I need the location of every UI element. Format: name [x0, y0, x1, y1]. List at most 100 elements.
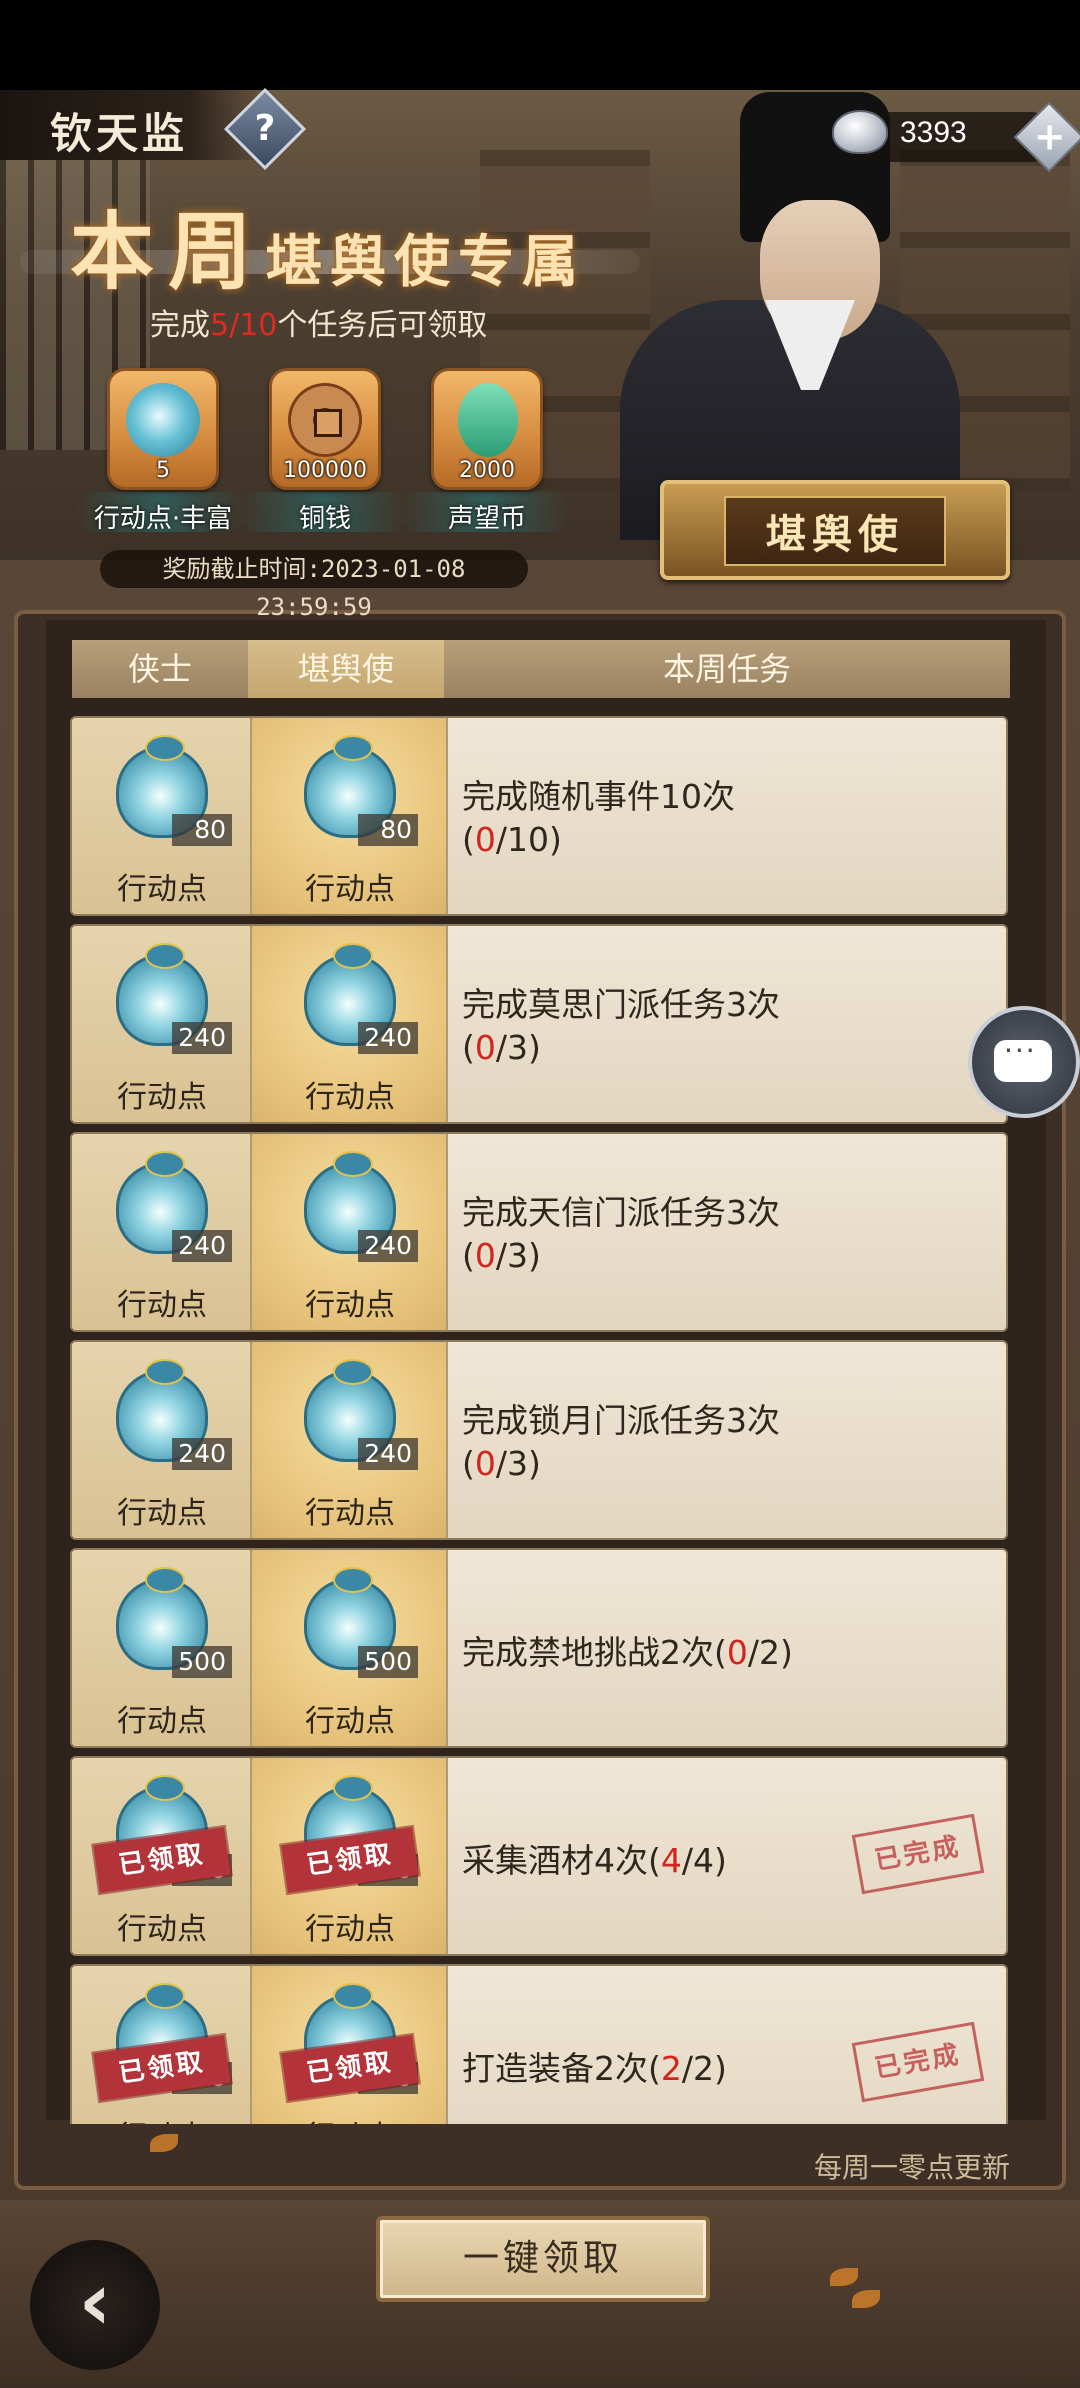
reward-quantity: 240 — [172, 1230, 232, 1262]
reward-label: 行动点 — [117, 872, 207, 907]
title-char-2: 周 — [168, 202, 267, 301]
progress-open: ( — [462, 1236, 475, 1275]
progress-open: ( — [714, 1633, 727, 1672]
reward-deadline: 奖励截止时间:2023-01-08 23:59:59 — [100, 550, 528, 621]
progress-total: /2) — [681, 2049, 727, 2088]
status-bar — [0, 0, 1080, 90]
reward-label: 行动点 — [117, 1080, 207, 1115]
prestige-coin-icon — [458, 383, 518, 457]
condition-separator: / — [229, 308, 240, 343]
reward-label: 行动点 — [305, 1080, 395, 1115]
back-button[interactable]: ‹ — [30, 2240, 160, 2370]
progress-total: /4) — [681, 1841, 727, 1880]
title-char-1: 本 — [70, 202, 169, 301]
reward-label: 行动点 — [117, 1912, 207, 1947]
role-name: 堪舆使 — [766, 511, 904, 558]
page-title: 钦天监 — [50, 109, 189, 158]
condition-prefix: 完成 — [150, 308, 210, 343]
task-name: 打造装备2次(2/2) — [462, 2042, 727, 2090]
reward-quantity: 240 — [358, 1022, 418, 1054]
reward-label: 行动点 — [305, 872, 395, 907]
condition-suffix: 个任务后可领取 — [277, 308, 488, 343]
task-progress: (0/3) — [462, 1028, 541, 1067]
reward-count: 5 — [156, 458, 170, 483]
reward-quantity: 240 — [172, 1438, 232, 1470]
reward-label: 行动点 — [117, 1704, 207, 1739]
week-exclusive-title: 本周堪舆使专属 — [70, 185, 586, 306]
reward-quantity: 240 — [358, 1438, 418, 1470]
progress-total: /3) — [495, 1028, 541, 1067]
task-list[interactable]: 80 行动点 80 行动点 完成随机事件10次 (0/10) 240 行动点 2… — [70, 716, 1008, 2124]
reward-quantity: 500 — [358, 1646, 418, 1678]
claim-all-button[interactable]: 一键领取 — [376, 2216, 710, 2302]
silver-ingot-icon — [832, 110, 888, 154]
question-icon: ? — [254, 108, 276, 149]
reward-count: 2000 — [459, 458, 515, 483]
task-name: 完成莫思门派任务3次 — [462, 985, 780, 1024]
back-arrow-icon: ‹ — [78, 2255, 112, 2348]
progress-open: ( — [462, 820, 475, 859]
task-row: 240 行动点 240 行动点 完成莫思门派任务3次 (0/3) — [70, 924, 1008, 1124]
reward-label: 行动点 — [305, 1496, 395, 1531]
condition-total: 10 — [239, 308, 278, 343]
progress-current: 4 — [660, 1841, 682, 1880]
copper-coin-icon — [288, 383, 362, 457]
reward-quantity: 80 — [358, 814, 418, 846]
progress-current: 2 — [660, 2049, 682, 2088]
title-subtitle: 堪舆使专属 — [266, 229, 587, 295]
reward-label: 行动点 — [117, 1496, 207, 1531]
task-name: 完成天信门派任务3次 — [462, 1193, 780, 1232]
progress-current: 0 — [726, 1633, 748, 1672]
task-row: 80 行动点 80 行动点 完成随机事件10次 (0/10) — [70, 716, 1008, 916]
plus-icon: + — [1033, 114, 1066, 159]
reward-action-point-rich[interactable]: 5 — [107, 368, 219, 490]
task-progress: (0/10) — [462, 820, 562, 859]
task-row-completed: 320 行动点 320 行动点 已领取 已领取 采集酒材4次(4/4) 已完成 — [70, 1756, 1008, 1956]
column-header-kanyushi: 堪舆使 — [248, 640, 444, 698]
task-row: 240 行动点 240 行动点 完成锁月门派任务3次 (0/3) — [70, 1340, 1008, 1540]
task-table-header: 侠士 堪舆使 本周任务 — [72, 640, 1010, 698]
reward-label: 行动点 — [117, 1288, 207, 1323]
reward-label: 行动点 — [305, 1288, 395, 1323]
currency-value: 3393 — [900, 116, 967, 149]
role-plaque: 堪舆使 — [660, 480, 1010, 580]
task-name-text: 完成禁地挑战2次 — [462, 1633, 714, 1672]
reward-label: 行动点 — [252, 2112, 448, 2124]
progress-open: ( — [648, 1841, 661, 1880]
column-header-weekly-tasks: 本周任务 — [662, 650, 791, 688]
reward-copper-coin[interactable]: 100000 — [269, 368, 381, 490]
weekly-refresh-note: 每周一零点更新 — [813, 2151, 1010, 2184]
reward-quantity: 500 — [172, 1646, 232, 1678]
progress-total: /10) — [495, 820, 562, 859]
task-name: 完成禁地挑战2次(0/2) — [462, 1626, 793, 1674]
progress-open: ( — [648, 2049, 661, 2088]
condition-current: 5 — [210, 308, 230, 343]
chat-button[interactable] — [968, 1006, 1080, 1118]
task-progress: (0/3) — [462, 1444, 541, 1483]
column-header-xiashi: 侠士 — [127, 650, 192, 688]
reward-prestige-coin[interactable]: 2000 — [431, 368, 543, 490]
reward-count: 100000 — [283, 458, 367, 483]
progress-open: ( — [462, 1444, 475, 1483]
task-row: 500 行动点 500 行动点 完成禁地挑战2次(0/2) — [70, 1548, 1008, 1748]
progress-total: /3) — [495, 1444, 541, 1483]
task-progress: (0/3) — [462, 1236, 541, 1275]
chat-bubble-icon — [994, 1034, 1052, 1082]
progress-current: 0 — [474, 1028, 496, 1067]
task-name: 完成锁月门派任务3次 — [462, 1401, 780, 1440]
reward-quantity: 80 — [172, 814, 232, 846]
reward-label: 行动点 — [305, 1704, 395, 1739]
progress-current: 0 — [474, 1236, 496, 1275]
progress-total: /3) — [495, 1236, 541, 1275]
action-point-bag-icon — [126, 383, 200, 457]
task-name-text: 打造装备2次 — [462, 2049, 648, 2088]
task-name: 采集酒材4次(4/4) — [462, 1834, 727, 1882]
progress-current: 0 — [474, 1444, 496, 1483]
reward-quantity: 240 — [358, 1230, 418, 1262]
reward-quantity: 240 — [172, 1022, 232, 1054]
claim-all-label: 一键领取 — [462, 2238, 623, 2279]
task-row-completed: 450 行动点 450 行动点 已领取 已领取 打造装备2次(2/2) 已完成 — [70, 1964, 1008, 2124]
progress-open: ( — [462, 1028, 475, 1067]
reward-label: 行动点 — [305, 1912, 395, 1947]
progress-total: /2) — [747, 1633, 793, 1672]
